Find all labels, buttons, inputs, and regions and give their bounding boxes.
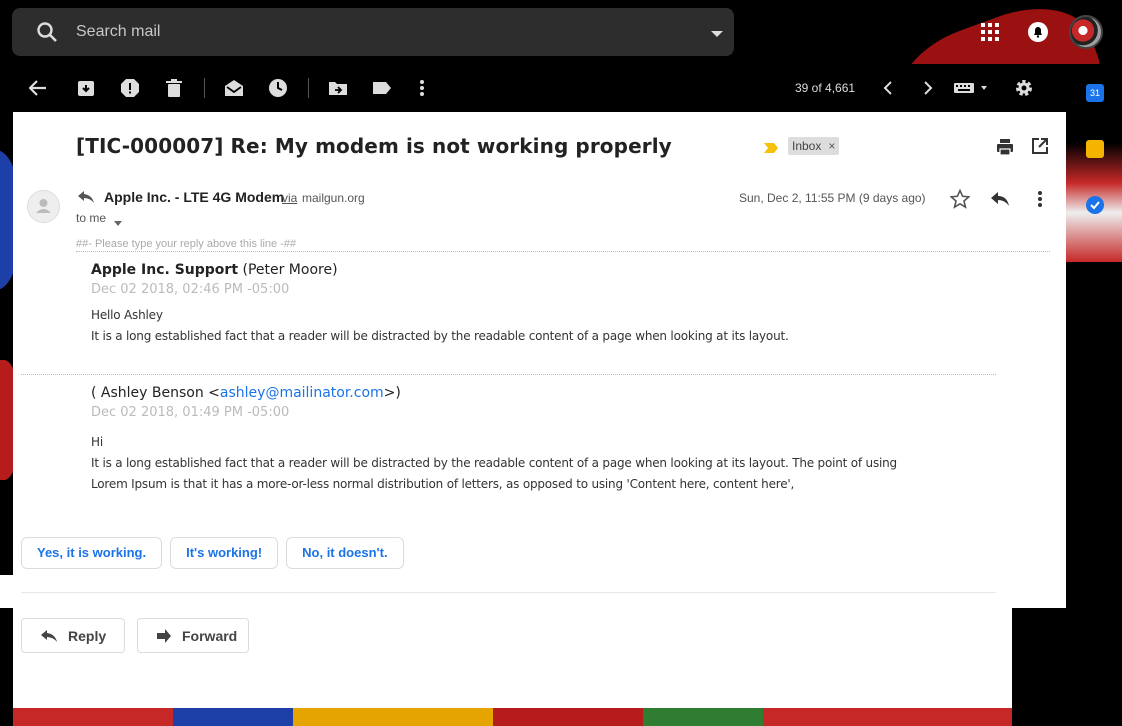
calendar-icon[interactable]: 31 xyxy=(1086,84,1104,102)
card-edge xyxy=(0,575,13,608)
reply-button[interactable]: Reply xyxy=(21,618,125,653)
author-suffix: >) xyxy=(383,385,401,401)
pagination-count: 39 of 4,661 xyxy=(795,81,856,95)
forward-label: Forward xyxy=(182,627,238,644)
quoted-message: ( Ashley Benson <ashley@mailinator.com>)… xyxy=(91,385,991,495)
via-link[interactable]: via xyxy=(282,191,297,205)
reply-label: Reply xyxy=(68,627,107,644)
report-spam-icon[interactable] xyxy=(118,76,142,100)
forward-button[interactable]: Forward xyxy=(137,618,249,653)
via-domain: mailgun.org xyxy=(302,191,365,205)
message-line: Hello Ashley xyxy=(91,308,163,322)
smart-reply-button[interactable]: No, it doesn't. xyxy=(286,537,404,569)
label-text: Inbox xyxy=(792,139,822,153)
author-email-link[interactable]: ashley@mailinator.com xyxy=(220,385,384,401)
forward-arrow-icon xyxy=(157,628,171,643)
smart-reply-button[interactable]: Yes, it is working. xyxy=(21,537,163,569)
search-input[interactable] xyxy=(76,20,636,44)
message-line: Lorem Ipsum is that it has a more-or-les… xyxy=(91,477,795,491)
message-author: ( Ashley Benson <ashley@mailinator.com>) xyxy=(91,385,991,401)
settings-gear-icon[interactable] xyxy=(1012,76,1036,100)
author-prefix: ( Ashley Benson < xyxy=(91,385,220,401)
star-icon[interactable] xyxy=(949,188,971,209)
snooze-clock-icon[interactable] xyxy=(266,76,290,100)
back-arrow-icon[interactable] xyxy=(26,76,50,100)
sender-name[interactable]: Apple Inc. - LTE 4G Modem xyxy=(104,189,284,205)
apps-grid-icon[interactable] xyxy=(974,16,1006,48)
author-name: Apple Inc. Support xyxy=(91,262,239,278)
mark-unread-icon[interactable] xyxy=(222,76,246,100)
open-in-new-window-icon[interactable] xyxy=(1031,137,1049,155)
label-tag-icon[interactable] xyxy=(370,76,394,100)
smart-reply-button[interactable]: It's working! xyxy=(170,537,279,569)
side-panel: 31 xyxy=(1066,64,1122,262)
notifications-bell-icon[interactable] xyxy=(1022,16,1054,48)
message-line: Hi xyxy=(91,435,103,449)
email-subject: [TIC-000007] Re: My modem is not working… xyxy=(76,134,672,158)
quoted-message: Apple Inc. Support (Peter Moore) Dec 02 … xyxy=(91,262,991,347)
recipient-summary[interactable]: to me xyxy=(76,211,106,225)
delete-trash-icon[interactable] xyxy=(162,76,186,100)
message-toolbar: 39 of 4,661 xyxy=(0,64,1066,112)
search-icon[interactable] xyxy=(36,21,58,43)
archive-icon[interactable] xyxy=(74,76,98,100)
search-bar[interactable] xyxy=(12,8,734,56)
tasks-icon[interactable] xyxy=(1086,196,1104,214)
account-avatar[interactable] xyxy=(1069,15,1103,49)
keep-icon[interactable] xyxy=(1086,140,1104,158)
move-to-icon[interactable] xyxy=(326,76,350,100)
actions-divider xyxy=(21,592,996,593)
inbox-label-chip[interactable]: Inbox × xyxy=(788,137,840,155)
smart-replies: Yes, it is working. It's working! No, it… xyxy=(21,537,404,569)
email-date: Sun, Dec 2, 11:55 PM (9 days ago) xyxy=(739,191,926,205)
message-author: Apple Inc. Support (Peter Moore) xyxy=(91,262,991,278)
reply-actions-area: Reply Forward xyxy=(13,608,1012,708)
email-view: [TIC-000007] Re: My modem is not working… xyxy=(13,112,1066,608)
message-date: Dec 02 2018, 01:49 PM -05:00 xyxy=(91,405,290,420)
message-line: It is a long established fact that a rea… xyxy=(91,456,897,470)
toolbar-divider xyxy=(308,78,309,98)
show-details-caret-icon[interactable] xyxy=(114,215,122,226)
replied-arrow-icon xyxy=(77,190,95,204)
reply-arrow-icon[interactable] xyxy=(990,191,1010,207)
sender-avatar xyxy=(27,190,60,223)
message-line: It is a long established fact that a rea… xyxy=(91,329,789,343)
toolbar-divider xyxy=(204,78,205,98)
newer-chevron-left-icon[interactable] xyxy=(876,76,900,100)
reply-above-line-marker: ##- Please type your reply above this li… xyxy=(76,238,1050,252)
message-divider xyxy=(21,374,996,375)
print-icon[interactable] xyxy=(996,138,1014,156)
more-options-vertical-icon[interactable] xyxy=(1031,189,1049,209)
input-tools-keyboard-icon[interactable] xyxy=(952,76,992,100)
important-marker-icon[interactable] xyxy=(764,141,778,153)
search-options-caret-icon[interactable] xyxy=(709,27,725,37)
more-options-vertical-icon[interactable] xyxy=(410,76,434,100)
author-detail: (Peter Moore) xyxy=(238,262,338,278)
remove-label-close-icon[interactable]: × xyxy=(828,137,835,155)
older-chevron-right-icon[interactable] xyxy=(916,76,940,100)
message-date: Dec 02 2018, 02:46 PM -05:00 xyxy=(91,282,290,297)
top-bar xyxy=(0,0,1122,64)
reply-arrow-icon xyxy=(41,629,57,642)
